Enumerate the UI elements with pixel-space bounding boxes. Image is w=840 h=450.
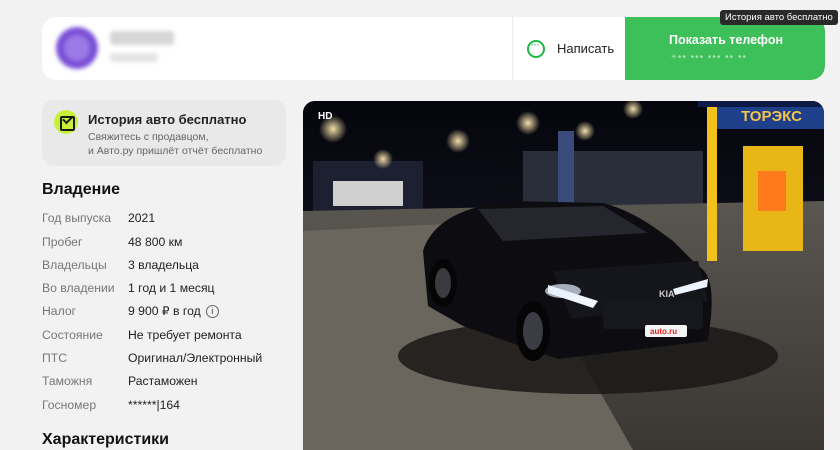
- spec-row-plate: Госномер ******|164: [42, 394, 287, 416]
- hd-badge: HD: [318, 111, 333, 122]
- car-brand-badge: KIA: [659, 289, 675, 299]
- spec-row-ownership-period: Во владении 1 год и 1 месяц: [42, 277, 287, 299]
- spec-row-owners: Владельцы 3 владельца: [42, 254, 287, 276]
- listing-page: Написать Показать телефон +•• ••• ••• ••…: [0, 0, 840, 450]
- history-promo-subtitle: Свяжитесь с продавцом, и Авто.ру пришлёт…: [88, 130, 283, 158]
- spec-value: ******|164: [128, 398, 180, 412]
- write-message-button[interactable]: Написать: [512, 17, 628, 80]
- spec-label: ПТС: [42, 351, 68, 365]
- spec-row-customs: Таможня Растаможен: [42, 370, 287, 392]
- history-promo-line1: Свяжитесь с продавцом,: [88, 131, 209, 143]
- spec-label: Госномер: [42, 398, 97, 412]
- seller-info-blurred: [110, 53, 158, 62]
- spec-value: Растаможен: [128, 374, 198, 388]
- spec-value: Не требует ремонта: [128, 328, 242, 342]
- seller-avatar[interactable]: [56, 27, 98, 69]
- car-photo[interactable]: ТОРЭКС auto.ru KIA HD: [303, 101, 824, 450]
- spec-value: 1 год и 1 месяц: [128, 281, 215, 295]
- history-promo-title: История авто бесплатно: [88, 112, 247, 127]
- checkmark-icon: [54, 110, 78, 134]
- show-phone-button[interactable]: Показать телефон +•• ••• ••• •• ••: [625, 17, 825, 80]
- chat-icon: [527, 37, 545, 58]
- plate-logo: auto.ru: [650, 327, 677, 336]
- specs-title: Характеристики: [42, 431, 170, 448]
- history-promo-card[interactable]: История авто бесплатно Свяжитесь с прода…: [42, 100, 286, 166]
- history-promo-line2: и Авто.ру пришлёт отчёт бесплатно: [88, 145, 263, 157]
- spec-value: 2021: [128, 211, 156, 225]
- spec-label: Год выпуска: [42, 211, 112, 225]
- spec-value: Оригинал/Электронный: [128, 351, 263, 365]
- tax-value: 9 900 ₽ в год: [128, 304, 201, 318]
- spec-label: Во владении: [42, 281, 115, 295]
- spec-value: 48 800 км: [128, 235, 183, 249]
- spec-label: Пробег: [42, 235, 83, 249]
- spec-row-tax: Налог 9 900 ₽ в год i: [42, 300, 287, 322]
- history-tooltip: История авто бесплатно: [720, 10, 838, 25]
- spec-value: 3 владельца: [128, 258, 199, 272]
- spec-row-mileage: Пробег 48 800 км: [42, 231, 287, 253]
- info-icon[interactable]: i: [205, 304, 219, 318]
- spec-label: Состояние: [42, 328, 103, 342]
- spec-row-condition: Состояние Не требует ремонта: [42, 324, 287, 346]
- seller-name-blurred: [110, 31, 174, 45]
- station-sign: ТОРЭКС: [741, 108, 802, 125]
- spec-row-year: Год выпуска 2021: [42, 207, 287, 229]
- spec-label: Таможня: [42, 374, 93, 388]
- spec-value: 9 900 ₽ в год i: [128, 304, 219, 318]
- spec-label: Налог: [42, 304, 77, 318]
- phone-masked: +•• ••• ••• •• ••: [671, 52, 747, 63]
- ownership-title: Владение: [42, 181, 121, 198]
- show-phone-label: Показать телефон: [669, 33, 784, 47]
- spec-row-pts: ПТС Оригинал/Электронный: [42, 347, 287, 369]
- car-photo-illustration: ТОРЭКС auto.ru KIA: [303, 101, 824, 450]
- spec-label: Владельцы: [42, 258, 107, 272]
- write-message-label: Написать: [557, 41, 615, 56]
- seller-bar: Написать Показать телефон +•• ••• ••• ••…: [42, 17, 825, 80]
